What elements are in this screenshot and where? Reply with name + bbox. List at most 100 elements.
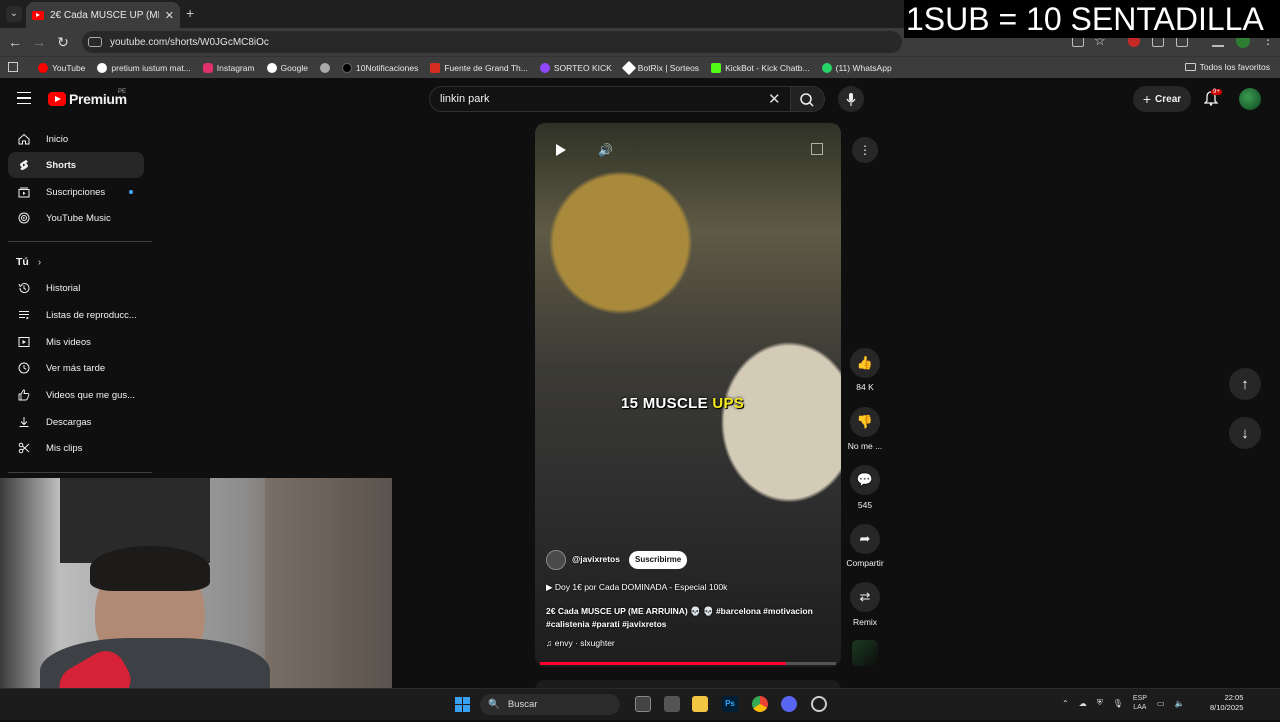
hamburger-menu-icon[interactable] — [17, 92, 31, 104]
bookmark-sorteo-kick[interactable]: SORTEO KICK — [539, 62, 612, 73]
comment-count: 545 — [857, 500, 873, 510]
network-icon[interactable]: ▭ — [1157, 699, 1165, 708]
search-input[interactable]: linkin park — [429, 86, 791, 112]
security-icon[interactable]: ⛨ — [1097, 698, 1103, 708]
bookmark-globe[interactable] — [319, 62, 330, 73]
share-button[interactable]: ➦ — [850, 524, 880, 554]
sound-thumbnail[interactable] — [852, 640, 878, 666]
photoshop-icon[interactable]: Ps — [722, 696, 738, 712]
sidebar-you-header[interactable]: Tú › — [16, 256, 41, 268]
next-short-button[interactable]: ↓ — [1229, 417, 1261, 449]
subscribe-button[interactable]: Suscribirme — [629, 551, 688, 569]
task-view-icon[interactable] — [635, 696, 651, 712]
playlist-link[interactable]: ▶ Doy 1€ por Cada DOMINADA - Especial 10… — [546, 582, 727, 593]
bookmark-kickbot[interactable]: KickBot - Kick Chatb... — [711, 62, 810, 73]
kickbot-icon — [711, 62, 722, 73]
all-bookmarks-button[interactable]: Todos los favoritos — [1184, 62, 1270, 72]
app-icon[interactable] — [811, 696, 827, 712]
sidebar-item-descargas[interactable]: Descargas — [8, 409, 144, 435]
sidebar-item-mis-videos[interactable]: Mis videos — [8, 329, 144, 355]
sidebar-divider — [8, 241, 152, 242]
dislike-button[interactable]: 👎 — [850, 407, 880, 437]
bookmark-botrix[interactable]: BotRix | Sorteos — [621, 60, 699, 75]
remix-button[interactable]: ⇄ — [850, 582, 880, 612]
microphone-icon — [846, 93, 856, 106]
like-button[interactable]: 👍 — [850, 348, 880, 378]
progress-bar[interactable] — [540, 662, 836, 665]
progress-fill — [540, 662, 786, 665]
bookmark-google[interactable]: Google — [266, 62, 308, 73]
google-icon — [266, 62, 277, 73]
close-tab-icon[interactable]: ✕ — [165, 9, 174, 22]
arrow-down-icon: ↓ — [1241, 424, 1249, 442]
sidebar-item-listas[interactable]: Listas de reproducc... — [8, 302, 144, 328]
folder-icon — [1184, 63, 1196, 71]
discord-icon[interactable] — [781, 696, 797, 712]
browser-tab[interactable]: 2€ Cada MUSCE UP (ME ARRUINA) ✕ — [26, 2, 180, 28]
search-icon — [800, 93, 814, 107]
subscriptions-icon — [18, 187, 30, 198]
chrome-icon[interactable] — [752, 696, 768, 712]
volume-icon[interactable]: 🔊 — [598, 143, 613, 157]
sidebar-item-historial[interactable]: Historial — [8, 275, 144, 301]
volume-icon[interactable]: 🔈 — [1174, 699, 1184, 708]
scissors-icon — [18, 442, 30, 454]
language-indicator[interactable]: ESP LAA — [1133, 694, 1147, 712]
sidebar-item-inicio[interactable]: Inicio — [8, 126, 144, 152]
clear-search-icon[interactable]: ✕ — [768, 90, 781, 108]
instagram-icon — [202, 62, 213, 73]
previous-short-button[interactable]: ↑ — [1229, 368, 1261, 400]
bookmark-grand-theft[interactable]: Fuente de Grand Th... — [430, 62, 528, 73]
sidebar-item-videos-me-gustan[interactable]: Videos que me gus... — [8, 382, 144, 408]
taskbar-search[interactable]: 🔍 Buscar — [480, 694, 620, 715]
windows-start-icon[interactable] — [455, 697, 470, 712]
like-icon — [18, 389, 30, 401]
account-avatar[interactable] — [1239, 88, 1261, 110]
search-button[interactable] — [791, 86, 825, 112]
video-description[interactable]: 2€ Cada MUSCE UP (ME ARRUINA) 💀 💀 #barce… — [546, 605, 831, 631]
sidebar-item-shorts[interactable]: Shorts — [8, 152, 144, 178]
file-explorer-icon[interactable] — [692, 696, 708, 712]
apps-grid-icon[interactable] — [8, 62, 18, 72]
create-button[interactable]: + Crear — [1133, 86, 1191, 112]
bookmark-notificaciones[interactable]: 10Notificaciones — [341, 62, 418, 73]
dislike-label: No me ... — [847, 441, 883, 451]
music-note-icon: ♫ — [546, 638, 555, 648]
tab-search-icon[interactable]: ⌄ — [6, 6, 22, 22]
back-icon[interactable]: ← — [6, 34, 24, 50]
youtube-premium-logo[interactable]: Premium — [48, 91, 127, 107]
app-icon[interactable] — [664, 696, 680, 712]
sound-link[interactable]: ♫ envy · slxughter — [546, 638, 615, 648]
url-text: youtube.com/shorts/W0JGcMC8iOc — [110, 36, 269, 48]
bookmark-whatsapp[interactable]: (11) WhatsApp — [821, 62, 892, 73]
youtube-favicon-icon — [32, 10, 44, 20]
new-tab-icon[interactable]: + — [186, 5, 194, 21]
sidebar-item-mis-clips[interactable]: Mis clips — [8, 435, 144, 461]
chevron-up-icon[interactable]: ⌃ — [1062, 699, 1069, 708]
play-icon[interactable] — [556, 144, 566, 156]
sidebar-item-ver-mas-tarde[interactable]: Ver más tarde — [8, 355, 144, 381]
download-icon — [19, 417, 29, 427]
sidebar-item-youtube-music[interactable]: YouTube Music — [8, 205, 144, 231]
history-icon — [18, 283, 30, 294]
streamer-hair — [90, 546, 210, 591]
sidebar-item-suscripciones[interactable]: Suscripciones — [8, 179, 144, 205]
channel-avatar[interactable] — [546, 550, 566, 570]
url-bar[interactable]: youtube.com/shorts/W0JGcMC8iOc — [82, 31, 902, 53]
fullscreen-icon[interactable] — [811, 143, 823, 155]
channel-name[interactable]: @javixretos — [572, 554, 620, 564]
more-options-icon[interactable]: ⋮ — [852, 137, 878, 163]
site-info-icon[interactable] — [88, 37, 102, 47]
voice-search-button[interactable] — [838, 86, 864, 112]
cloud-icon[interactable]: ☁ — [1079, 699, 1087, 708]
f-icon — [430, 62, 441, 73]
taskbar-clock[interactable]: 22:05 8/10/2025 — [1210, 693, 1243, 713]
reload-icon[interactable]: ↻ — [54, 34, 72, 51]
comments-button[interactable]: 💬 — [850, 465, 880, 495]
bookmark-youtube[interactable]: YouTube — [38, 62, 85, 73]
forward-icon[interactable]: → — [30, 34, 48, 50]
bookmark-instagram[interactable]: Instagram — [202, 62, 255, 73]
bookmark-pretium[interactable]: pretium iustum mat... — [97, 62, 191, 73]
microphone-icon[interactable]: 🎙 — [1113, 699, 1123, 708]
botrix-icon — [621, 60, 636, 75]
